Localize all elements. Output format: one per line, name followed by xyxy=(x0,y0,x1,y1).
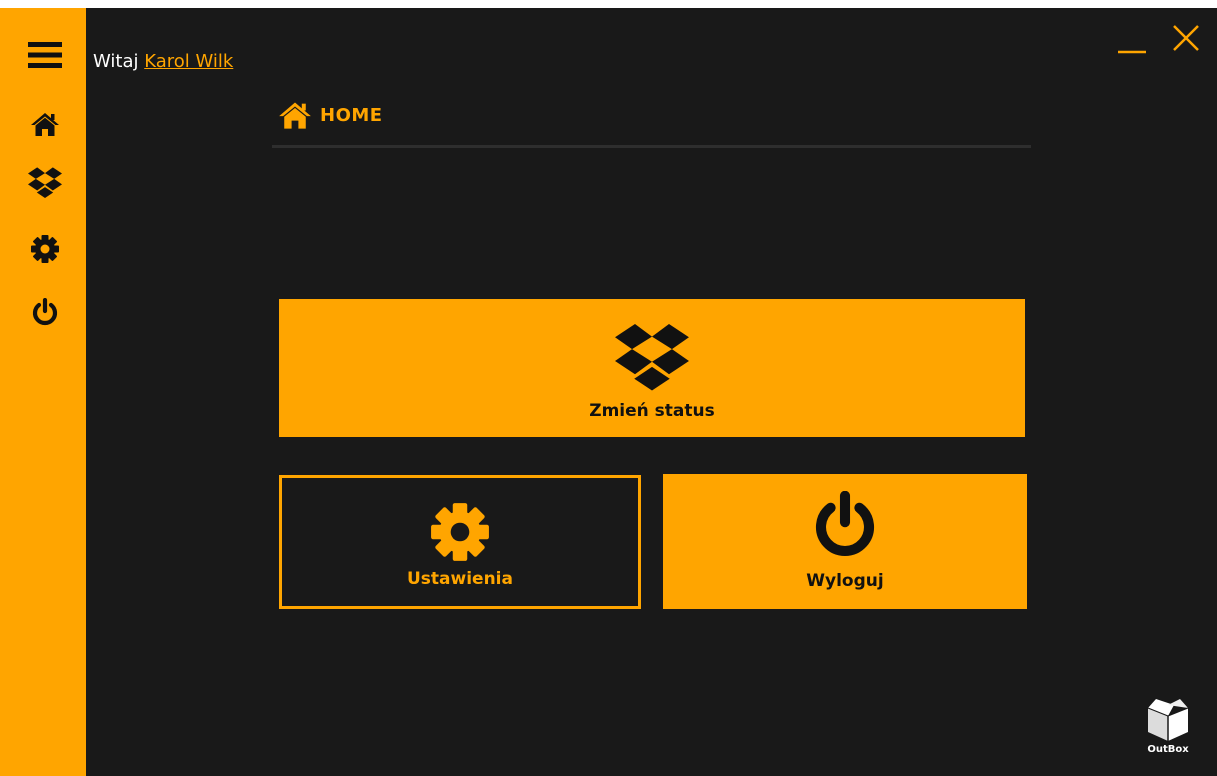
box-icon xyxy=(615,324,689,391)
close-button[interactable] xyxy=(1168,22,1204,54)
change-status-button[interactable]: Zmień status xyxy=(279,299,1025,437)
close-icon xyxy=(1173,25,1199,51)
menu-icon[interactable] xyxy=(23,35,67,75)
logout-label: Wyloguj xyxy=(806,571,884,591)
home-icon xyxy=(279,102,311,129)
outbox-logo: OutBox xyxy=(1138,696,1198,770)
outbox-logo-text: OutBox xyxy=(1147,744,1189,755)
power-icon[interactable] xyxy=(23,293,67,333)
gear-icon xyxy=(431,503,489,561)
header-divider xyxy=(272,145,1031,148)
minimize-button[interactable] xyxy=(1114,22,1150,54)
outbox-logo-icon xyxy=(1147,699,1189,741)
change-status-label: Zmień status xyxy=(589,401,715,421)
gear-icon[interactable] xyxy=(23,229,67,269)
settings-button[interactable]: Ustawienia xyxy=(279,475,641,609)
logout-button[interactable]: Wyloguj xyxy=(663,474,1027,609)
sidebar xyxy=(0,8,86,776)
greeting: Witaj Karol Wilk xyxy=(93,51,233,72)
app-window: Witaj Karol Wilk HOME Zmień status Ustaw… xyxy=(0,8,1217,776)
greeting-prefix: Witaj xyxy=(93,51,145,72)
minimize-icon xyxy=(1118,50,1146,54)
home-icon[interactable] xyxy=(23,104,67,144)
power-icon xyxy=(816,491,874,557)
box-icon[interactable] xyxy=(23,163,67,203)
user-name-link[interactable]: Karol Wilk xyxy=(144,51,233,72)
page-title: HOME xyxy=(320,104,383,126)
settings-label: Ustawienia xyxy=(407,569,513,589)
page-header: HOME xyxy=(278,100,383,130)
